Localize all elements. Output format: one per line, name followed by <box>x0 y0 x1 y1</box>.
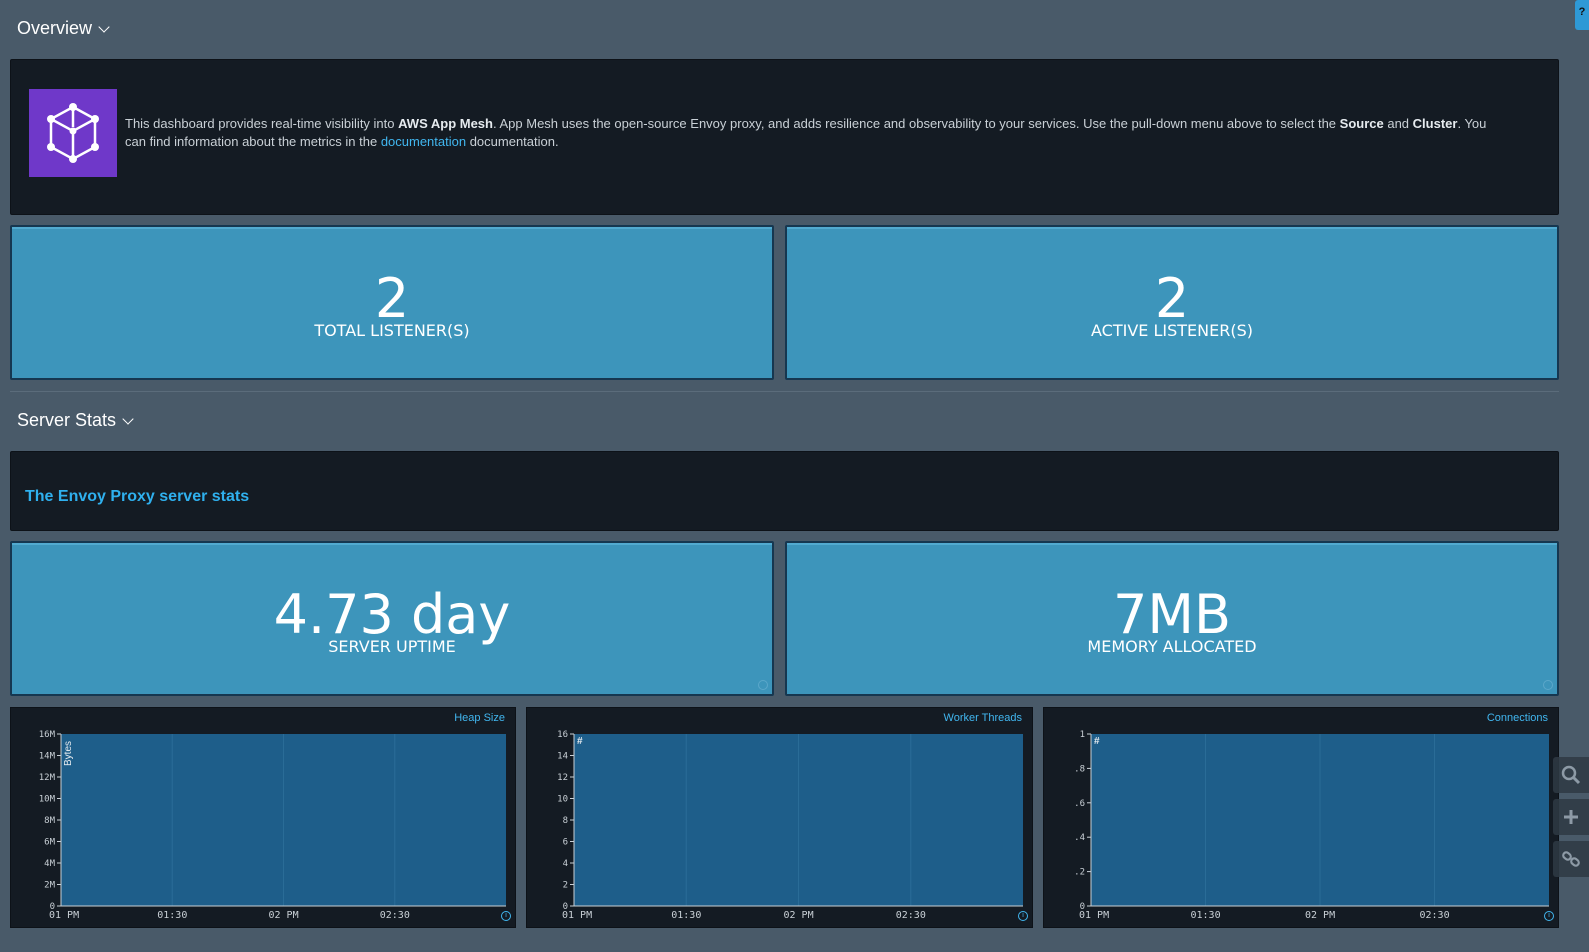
connections-chart[interactable]: 01 PM 01:30 02 PM 02:300.2.4.6.81# <box>1044 708 1560 929</box>
envoy-banner-panel: The Envoy Proxy server stats <box>10 451 1559 531</box>
app-mesh-logo-icon <box>29 89 117 177</box>
intro-text-part: This dashboard provides real-time visibi… <box>125 116 399 131</box>
server-uptime-stat[interactable]: 4.73 day SERVER UPTIME <box>10 541 774 696</box>
y-tick-label: 2M <box>44 881 55 891</box>
x-tick-label: 02:30 <box>1420 910 1450 921</box>
y-tick-label: 0 <box>1080 902 1085 912</box>
x-tick-label: 02:30 <box>896 910 926 921</box>
y-tick-label: .4 <box>1074 833 1085 843</box>
server-stats-section-header[interactable]: Server Stats <box>17 410 134 431</box>
info-icon[interactable]: i <box>501 911 511 921</box>
y-tick-label: 2 <box>563 881 568 891</box>
y-axis-label: # <box>577 736 583 747</box>
total-listeners-stat[interactable]: 2 TOTAL LISTENER(S) <box>10 225 774 380</box>
server-stats-title: Server Stats <box>17 410 117 430</box>
worker-threads-chart[interactable]: 01 PM 01:30 02 PM 02:300246810121416# <box>527 708 1034 929</box>
intro-bold-cluster: Cluster <box>1412 116 1458 131</box>
stat-label: SERVER UPTIME <box>328 637 456 656</box>
y-tick-label: .8 <box>1074 764 1085 774</box>
stat-value: 4.73 day <box>273 583 511 646</box>
x-tick-label: 02 PM <box>269 910 299 921</box>
info-icon[interactable]: i <box>1018 911 1028 921</box>
y-tick-label: 6M <box>44 838 55 848</box>
intro-text-part: . App Mesh uses the open-source Envoy pr… <box>492 116 1340 131</box>
y-tick-label: 6 <box>563 838 568 848</box>
y-tick-label: .6 <box>1074 799 1085 809</box>
y-tick-label: 14 <box>557 752 568 762</box>
connections-chart-panel[interactable]: Connections 01 PM 01:30 02 PM 02:30 0.2.4.6.… <box>1043 707 1559 928</box>
stat-label: ACTIVE LISTENER(S) <box>1091 321 1253 340</box>
section-divider <box>10 391 1559 392</box>
heap-size-chart-panel[interactable]: Heap Size 01 PM 01:30 02 PM 02:30 0 2M 4M 6M 8M 1… <box>10 707 516 928</box>
side-toolbar <box>1553 757 1589 883</box>
intro-panel: This dashboard provides real-time visibi… <box>10 59 1559 215</box>
y-tick-label: 8M <box>44 816 55 826</box>
stat-value: 2 <box>1154 267 1190 330</box>
plus-icon[interactable] <box>1553 799 1589 835</box>
overview-title: Overview <box>17 18 93 38</box>
stat-label: TOTAL LISTENER(S) <box>314 321 470 340</box>
x-tick-label: 02:30 <box>380 910 410 921</box>
stat-label: MEMORY ALLOCATED <box>1087 637 1257 656</box>
y-tick-label: 10 <box>557 795 568 805</box>
y-tick-label: 1 <box>1080 730 1085 740</box>
link-icon[interactable] <box>1553 841 1589 877</box>
intro-text-part: and <box>1383 116 1413 131</box>
x-tick-label: 02 PM <box>1305 910 1335 921</box>
y-axis-label: Bytes <box>63 741 74 766</box>
intro-text-part: documentation. <box>466 134 559 149</box>
info-icon[interactable] <box>1543 680 1553 690</box>
y-tick-label: 16 <box>557 730 568 740</box>
y-tick-label: 4 <box>563 859 568 869</box>
chevron-down-icon <box>122 412 134 425</box>
x-tick-label: 01:30 <box>1191 910 1221 921</box>
y-tick-label: 4M <box>44 859 55 869</box>
x-tick-label: 02 PM <box>784 910 814 921</box>
y-tick-label: 16M <box>39 730 56 740</box>
y-tick-label: 12 <box>557 773 568 783</box>
y-tick-label: .2 <box>1074 868 1085 878</box>
y-tick-label: 12M <box>39 773 56 783</box>
y-tick-label: 0 <box>50 902 55 912</box>
stat-value: 2 <box>374 267 410 330</box>
memory-allocated-stat[interactable]: 7MB MEMORY ALLOCATED <box>785 541 1559 696</box>
envoy-banner-title: The Envoy Proxy server stats <box>25 488 250 505</box>
documentation-link[interactable]: documentation <box>381 134 466 149</box>
y-axis-label: # <box>1094 736 1100 747</box>
y-tick-label: 0 <box>563 902 568 912</box>
worker-threads-chart-panel[interactable]: Worker Threads 01 PM 01:30 02 PM 02:30 0 2 4 6 8… <box>526 707 1033 928</box>
x-tick-label: 01:30 <box>671 910 701 921</box>
intro-bold-source: Source <box>1339 116 1384 131</box>
heap-size-chart[interactable]: 01 PM 01:30 02 PM 02:3002M4M6M8M10M12M14M16… <box>11 708 517 929</box>
intro-bold-aws-app-mesh: AWS App Mesh <box>398 116 493 131</box>
search-icon[interactable] <box>1553 757 1589 793</box>
y-tick-label: 14M <box>39 752 56 762</box>
y-tick-label: 8 <box>563 816 568 826</box>
stat-value: 7MB <box>1113 583 1231 646</box>
help-tab[interactable]: ? <box>1575 0 1589 30</box>
chevron-down-icon <box>98 20 110 33</box>
info-icon[interactable] <box>758 680 768 690</box>
x-tick-label: 01:30 <box>157 910 187 921</box>
info-icon[interactable]: i <box>1544 911 1554 921</box>
intro-description: This dashboard provides real-time visibi… <box>125 115 1498 151</box>
y-tick-label: 10M <box>39 795 56 805</box>
active-listeners-stat[interactable]: 2 ACTIVE LISTENER(S) <box>785 225 1559 380</box>
overview-section-header[interactable]: Overview <box>17 18 110 39</box>
